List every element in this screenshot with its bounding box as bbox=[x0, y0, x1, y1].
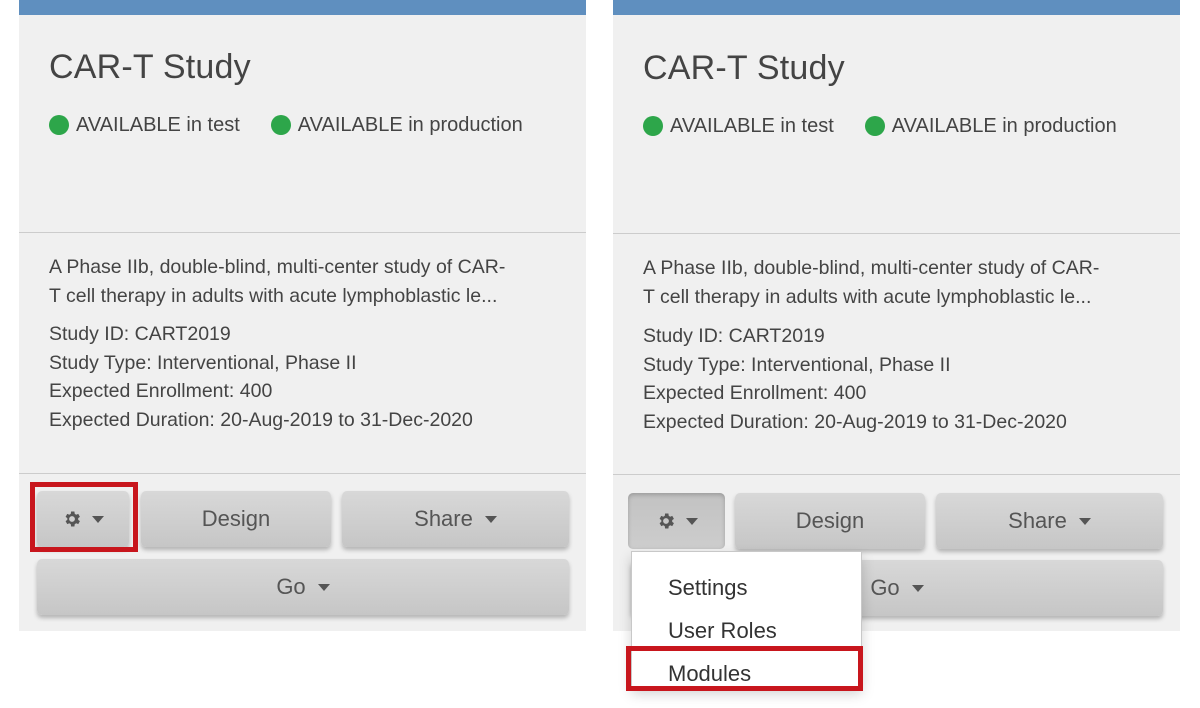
share-label: Share bbox=[1008, 508, 1067, 533]
menu-item-modules[interactable]: Modules bbox=[668, 661, 751, 687]
green-dot-icon bbox=[270, 115, 291, 135]
card-top-bar bbox=[613, 0, 1180, 15]
design-label: Design bbox=[795, 508, 865, 533]
settings-dropdown-menu: Settings User Roles Modules bbox=[631, 551, 862, 688]
menu-item-user-roles[interactable]: User Roles bbox=[668, 618, 777, 644]
status-test: AVAILABLE in test bbox=[49, 114, 240, 137]
settings-dropdown-button[interactable] bbox=[37, 491, 129, 547]
caret-down-icon bbox=[317, 583, 330, 591]
caret-down-icon bbox=[1078, 517, 1091, 525]
study-id: Study ID: CART2019 bbox=[49, 323, 231, 345]
gear-icon bbox=[656, 511, 676, 531]
go-label: Go bbox=[276, 574, 306, 599]
design-button[interactable]: Design bbox=[735, 493, 925, 549]
go-dropdown-button[interactable]: Go bbox=[37, 559, 569, 615]
study-type: Study Type: Interventional, Phase II bbox=[643, 353, 951, 376]
status-production: AVAILABLE in production bbox=[864, 114, 1117, 138]
divider bbox=[613, 233, 1180, 234]
divider bbox=[19, 232, 586, 233]
study-type: Study Type: Interventional, Phase II bbox=[49, 351, 357, 374]
status-test: AVAILABLE in test bbox=[643, 115, 834, 138]
card-top-bar bbox=[19, 0, 586, 15]
study-meta: Study ID: CART2019 Study Type: Intervent… bbox=[643, 322, 1067, 436]
study-description: A Phase IIb, double-blind, multi-center … bbox=[49, 253, 569, 311]
go-label: Go bbox=[870, 575, 900, 600]
status-production-label: AVAILABLE in production bbox=[297, 113, 523, 136]
status-row: AVAILABLE in test AVAILABLE in productio… bbox=[643, 113, 1148, 139]
status-production: AVAILABLE in production bbox=[270, 113, 523, 137]
description-line: A Phase IIb, double-blind, multi-center … bbox=[643, 257, 1100, 279]
divider bbox=[613, 474, 1180, 475]
expected-enrollment: Expected Enrollment: 400 bbox=[643, 382, 867, 404]
green-dot-icon bbox=[864, 116, 885, 136]
green-dot-icon bbox=[643, 116, 663, 136]
study-title: CAR-T Study bbox=[49, 48, 251, 86]
gear-icon bbox=[62, 509, 82, 529]
description-line: T cell therapy in adults with acute lymp… bbox=[643, 286, 1092, 308]
design-button[interactable]: Design bbox=[141, 491, 331, 547]
status-test-label: AVAILABLE in test bbox=[670, 114, 834, 137]
expected-duration: Expected Duration: 20-Aug-2019 to 31-Dec… bbox=[643, 410, 1067, 433]
settings-dropdown-button[interactable] bbox=[628, 493, 725, 549]
share-dropdown-button[interactable]: Share bbox=[936, 493, 1163, 549]
study-card-left: CAR-T Study AVAILABLE in test AVAILABLE … bbox=[19, 0, 586, 631]
study-id: Study ID: CART2019 bbox=[643, 325, 825, 347]
expected-enrollment: Expected Enrollment: 400 bbox=[49, 380, 273, 402]
expected-duration: Expected Duration: 20-Aug-2019 to 31-Dec… bbox=[49, 408, 473, 431]
status-row: AVAILABLE in test AVAILABLE in productio… bbox=[49, 112, 554, 138]
caret-down-icon bbox=[911, 584, 924, 592]
green-dot-icon bbox=[49, 115, 69, 135]
share-dropdown-button[interactable]: Share bbox=[342, 491, 569, 547]
design-label: Design bbox=[201, 506, 271, 531]
caret-down-icon bbox=[484, 515, 497, 523]
caret-down-icon bbox=[92, 515, 104, 523]
share-label: Share bbox=[414, 506, 473, 531]
menu-item-settings[interactable]: Settings bbox=[668, 575, 748, 601]
study-card-right: CAR-T Study AVAILABLE in test AVAILABLE … bbox=[613, 0, 1180, 631]
description-line: T cell therapy in adults with acute lymp… bbox=[49, 285, 498, 307]
study-title: CAR-T Study bbox=[643, 49, 845, 87]
study-description: A Phase IIb, double-blind, multi-center … bbox=[643, 254, 1163, 312]
divider bbox=[19, 473, 586, 474]
caret-down-icon bbox=[685, 517, 698, 525]
description-line: A Phase IIb, double-blind, multi-center … bbox=[49, 256, 506, 278]
status-production-label: AVAILABLE in production bbox=[891, 114, 1117, 137]
study-meta: Study ID: CART2019 Study Type: Intervent… bbox=[49, 320, 473, 434]
status-test-label: AVAILABLE in test bbox=[76, 113, 240, 136]
